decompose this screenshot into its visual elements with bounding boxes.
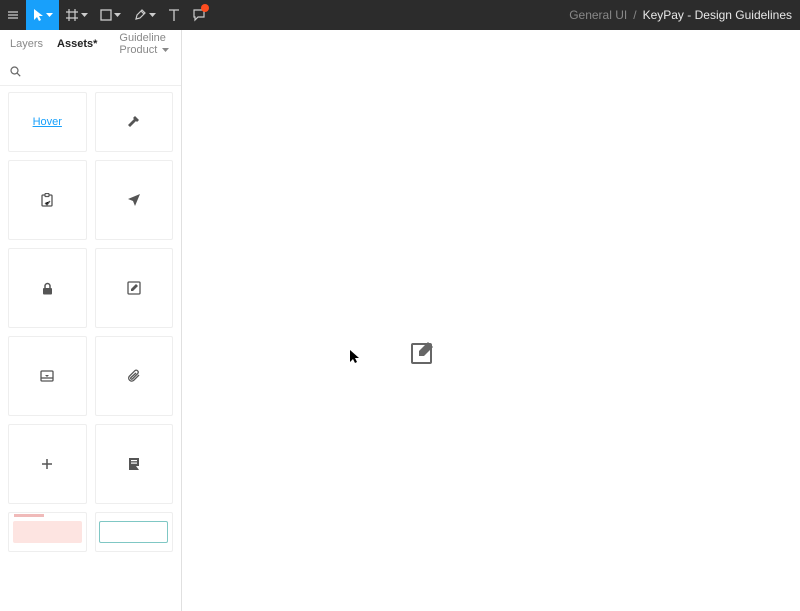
frame-tool-button[interactable] xyxy=(59,0,94,30)
hover-text-preview: Hover xyxy=(33,116,62,128)
chevron-down-icon xyxy=(46,13,53,18)
main-menu-button[interactable] xyxy=(0,0,26,30)
cursor-pointer xyxy=(350,350,360,364)
assets-search-row xyxy=(0,58,181,86)
asset-attachment-icon[interactable] xyxy=(95,336,174,416)
breadcrumb: General UI / KeyPay - Design Guidelines xyxy=(569,8,800,22)
plus-icon xyxy=(41,458,53,470)
text-icon xyxy=(168,8,180,22)
asset-clipboard-icon[interactable] xyxy=(8,160,87,240)
clipboard-icon xyxy=(41,193,53,207)
frame-icon xyxy=(65,8,79,22)
asset-plus-icon[interactable] xyxy=(8,424,87,504)
page-selector[interactable]: Guideline Product xyxy=(119,32,171,56)
hamburger-icon xyxy=(6,8,20,22)
canvas[interactable] xyxy=(182,30,800,611)
asset-alert-info[interactable] xyxy=(95,512,174,552)
cursor-icon xyxy=(32,8,44,22)
pen-tool-button[interactable] xyxy=(127,0,162,30)
breadcrumb-separator: / xyxy=(633,8,636,22)
assets-grid[interactable]: Hover xyxy=(0,86,181,611)
chevron-down-icon xyxy=(162,48,169,53)
panel-tabs: Layers Assets* Guideline Product xyxy=(0,30,181,58)
breadcrumb-current[interactable]: KeyPay - Design Guidelines xyxy=(643,8,792,22)
toolbar-box-icon xyxy=(40,370,54,382)
edit-icon xyxy=(127,281,141,295)
rectangle-icon xyxy=(100,9,112,21)
chevron-down-icon xyxy=(81,13,88,18)
lock-icon xyxy=(42,282,53,295)
comment-tool-button[interactable] xyxy=(186,0,212,30)
alert-error-preview xyxy=(13,521,82,543)
search-icon xyxy=(10,66,21,77)
shape-tool-button[interactable] xyxy=(94,0,127,30)
breadcrumb-parent[interactable]: General UI xyxy=(569,8,627,22)
tab-layers[interactable]: Layers xyxy=(10,38,43,50)
asset-lock-icon[interactable] xyxy=(8,248,87,328)
assets-search-input[interactable] xyxy=(29,65,175,79)
move-tool-button[interactable] xyxy=(26,0,59,30)
edit-icon xyxy=(410,340,436,366)
alert-info-preview xyxy=(99,521,168,543)
top-toolbar: General UI / KeyPay - Design Guidelines xyxy=(0,0,800,30)
hammer-icon xyxy=(127,115,141,129)
chevron-down-icon xyxy=(114,13,121,18)
asset-toolbar-icon[interactable] xyxy=(8,336,87,416)
tab-assets[interactable]: Assets* xyxy=(57,38,97,50)
asset-alert-error[interactable] xyxy=(8,512,87,552)
left-panel: Layers Assets* Guideline Product Hover xyxy=(0,30,182,611)
canvas-component-edit-icon[interactable] xyxy=(410,340,436,366)
asset-edit-icon[interactable] xyxy=(95,248,174,328)
asset-plane-icon[interactable] xyxy=(95,160,174,240)
asset-hammer-icon[interactable] xyxy=(95,92,174,152)
asset-hover-label[interactable]: Hover xyxy=(8,92,87,152)
archive-icon xyxy=(128,457,140,471)
pen-icon xyxy=(133,8,147,22)
notification-dot xyxy=(201,4,209,12)
text-tool-button[interactable] xyxy=(162,0,186,30)
page-name: Guideline Product xyxy=(119,32,165,56)
asset-archive-icon[interactable] xyxy=(95,424,174,504)
plane-icon xyxy=(127,193,141,207)
chevron-down-icon xyxy=(149,13,156,18)
paperclip-icon xyxy=(127,369,141,383)
